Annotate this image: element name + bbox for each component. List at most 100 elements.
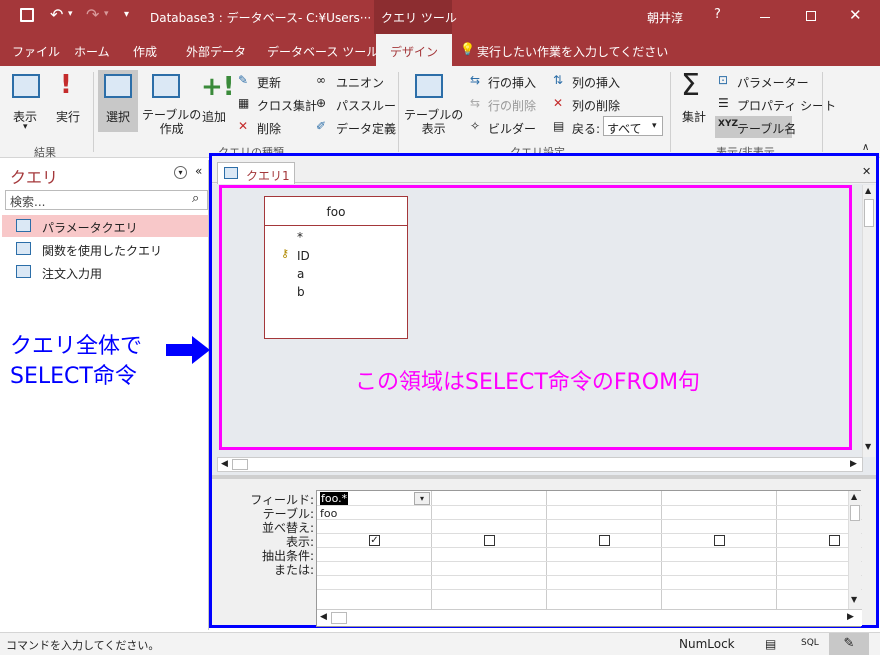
status-message: コマンドを入力してください。 — [6, 639, 160, 652]
update-button[interactable]: 更新 — [257, 74, 281, 91]
data-definition-button[interactable]: データ定義 — [336, 120, 396, 137]
field-dropdown-icon[interactable]: ▾ — [414, 492, 430, 505]
upper-vertical-scrollbar[interactable]: ▲ ▼ — [862, 185, 875, 457]
tab-label: クエリ1 — [246, 169, 290, 183]
nav-item-function-query[interactable]: 関数を使用したクエリ — [2, 238, 208, 260]
numlock-indicator: NumLock — [679, 637, 735, 651]
table-field[interactable]: a — [297, 267, 304, 281]
query-tools-label: クエリ ツール — [381, 11, 457, 25]
insert-columns-button[interactable]: 列の挿入 — [572, 74, 620, 91]
show-table-button[interactable]: テーブルの 表示 — [404, 108, 463, 136]
title-bar: ↶ ▾ ↷ ▾ ▾ Database3 : データベース- C:¥Users··… — [0, 0, 880, 34]
redo-dropdown-icon[interactable]: ▾ — [104, 9, 109, 19]
view-dropdown-icon[interactable]: ▾ — [23, 122, 28, 132]
show-checkbox-3[interactable] — [599, 535, 610, 546]
tell-me-box[interactable]: 実行したい作業を入力してください — [477, 43, 668, 60]
nav-title[interactable]: クエリ — [10, 164, 58, 188]
key-icon: ⚷ — [281, 247, 290, 260]
customize-qat-icon[interactable]: ▾ — [124, 9, 129, 20]
query-icon — [224, 167, 238, 179]
select-icon — [104, 74, 132, 98]
table-field[interactable]: ID — [297, 249, 310, 263]
insert-rows-icon: ⇆ — [470, 73, 481, 87]
show-checkbox-5[interactable] — [829, 535, 840, 546]
show-table-icon — [415, 74, 443, 98]
data-definition-icon: ✐ — [316, 119, 327, 133]
show-checkbox-4[interactable] — [714, 535, 725, 546]
chevron-down-icon[interactable]: ▾ — [652, 121, 657, 131]
nav-item-label: 注文入力用 — [42, 267, 103, 281]
nav-collapse-icon[interactable]: « — [195, 164, 202, 178]
crosstab-icon: ▦ — [238, 96, 250, 110]
search-icon[interactable]: ⌕ — [192, 191, 199, 206]
table-field[interactable]: b — [297, 285, 305, 299]
search-placeholder: 検索... — [10, 195, 46, 209]
tab-external-data[interactable]: 外部データ — [186, 43, 246, 60]
annotation-whole-query-line2: SELECT命令 — [10, 364, 137, 389]
tab-file[interactable]: ファイル — [12, 43, 60, 60]
return-select-value[interactable]: すべて — [607, 120, 642, 137]
grid-horizontal-scrollbar[interactable]: ◀ ▶ — [317, 609, 862, 626]
tab-create[interactable]: 作成 — [133, 43, 157, 60]
delete-rows-button: 行の削除 — [488, 99, 537, 113]
union-button[interactable]: ユニオン — [336, 74, 384, 91]
close-document-icon[interactable]: ✕ — [862, 165, 871, 178]
upper-horizontal-scrollbar[interactable]: ◀ ▶ — [217, 457, 863, 472]
nav-item-parameter-query[interactable]: パラメータクエリ — [2, 215, 208, 237]
table-names-button[interactable]: テーブル名 — [737, 120, 796, 137]
append-button[interactable]: 追加 — [202, 108, 226, 125]
tab-design[interactable]: デザイン — [376, 34, 453, 66]
user-name[interactable]: 朝井淳 — [647, 9, 683, 26]
undo-icon[interactable]: ↶ — [50, 5, 63, 24]
design-grid[interactable]: foo.* ▾ foo ✓ ▲ ▼ ◀ ▶ — [316, 490, 862, 627]
crosstab-button[interactable]: クロス集計 — [257, 97, 317, 114]
design-view-icon[interactable]: ✎ — [829, 633, 869, 655]
nav-menu-icon[interactable]: ▾ — [174, 166, 187, 179]
grid-table-cell[interactable]: foo — [320, 507, 337, 520]
save-icon[interactable] — [20, 8, 34, 22]
passthrough-button[interactable]: パススルー — [336, 97, 396, 114]
grid-field-cell[interactable]: foo.* — [320, 492, 349, 505]
union-icon: ∞ — [316, 73, 326, 87]
tab-database-tools[interactable]: データベース ツール — [267, 43, 378, 60]
collapse-ribbon-icon[interactable]: ∧ — [862, 142, 869, 153]
delete-icon: ✕ — [238, 119, 249, 133]
query-icon — [16, 219, 31, 232]
close-window-icon[interactable]: ✕ — [849, 6, 862, 24]
pane-splitter[interactable] — [212, 475, 876, 479]
builder-button[interactable]: ビルダー — [488, 120, 536, 137]
help-icon[interactable]: ? — [714, 7, 721, 22]
grid-vertical-scrollbar[interactable]: ▲ ▼ — [848, 491, 861, 609]
delete-columns-button[interactable]: 列の削除 — [572, 97, 620, 114]
totals-icon: Σ — [681, 68, 700, 103]
lightbulb-icon: 💡 — [460, 42, 475, 56]
table-header[interactable]: foo — [265, 197, 407, 226]
table-field[interactable]: * — [297, 230, 303, 244]
show-checkbox-2[interactable] — [484, 535, 495, 546]
undo-dropdown-icon[interactable]: ▾ — [68, 9, 73, 19]
datasheet-view-icon[interactable]: ▤ — [765, 637, 776, 651]
parameters-button[interactable]: パラメーター — [737, 74, 809, 91]
maximize-icon[interactable] — [806, 11, 816, 21]
redo-icon[interactable]: ↷ — [86, 5, 99, 24]
table-fieldlist-foo[interactable]: foo * ⚷ ID a b — [264, 196, 408, 339]
minimize-icon[interactable] — [760, 17, 770, 18]
delete-button[interactable]: 削除 — [257, 120, 281, 137]
return-icon: ▤ — [553, 119, 565, 133]
builder-icon: ✧ — [470, 119, 481, 133]
tab-home[interactable]: ホーム — [74, 43, 110, 60]
totals-button[interactable]: 集計 — [682, 108, 706, 125]
delete-columns-icon: ✕ — [553, 96, 564, 110]
show-checkbox-1[interactable]: ✓ — [369, 535, 380, 546]
nav-item-order-entry[interactable]: 注文入力用 — [2, 261, 208, 283]
tab-query1[interactable]: クエリ1 — [217, 162, 295, 184]
parameters-icon: ⊡ — [718, 73, 729, 87]
sql-view-button[interactable]: SQL — [801, 638, 819, 648]
run-button[interactable]: 実行 — [56, 108, 80, 125]
select-button[interactable]: 選択 — [106, 108, 130, 125]
table-names-icon: XYZ — [718, 119, 738, 129]
insert-rows-button[interactable]: 行の挿入 — [488, 74, 536, 91]
design-grid-labels: フィールド: テーブル: 並べ替え: 表示: 抽出条件: または: — [212, 482, 314, 624]
make-table-button[interactable]: テーブルの 作成 — [142, 108, 201, 136]
delete-rows-icon: ⇆ — [470, 96, 481, 110]
